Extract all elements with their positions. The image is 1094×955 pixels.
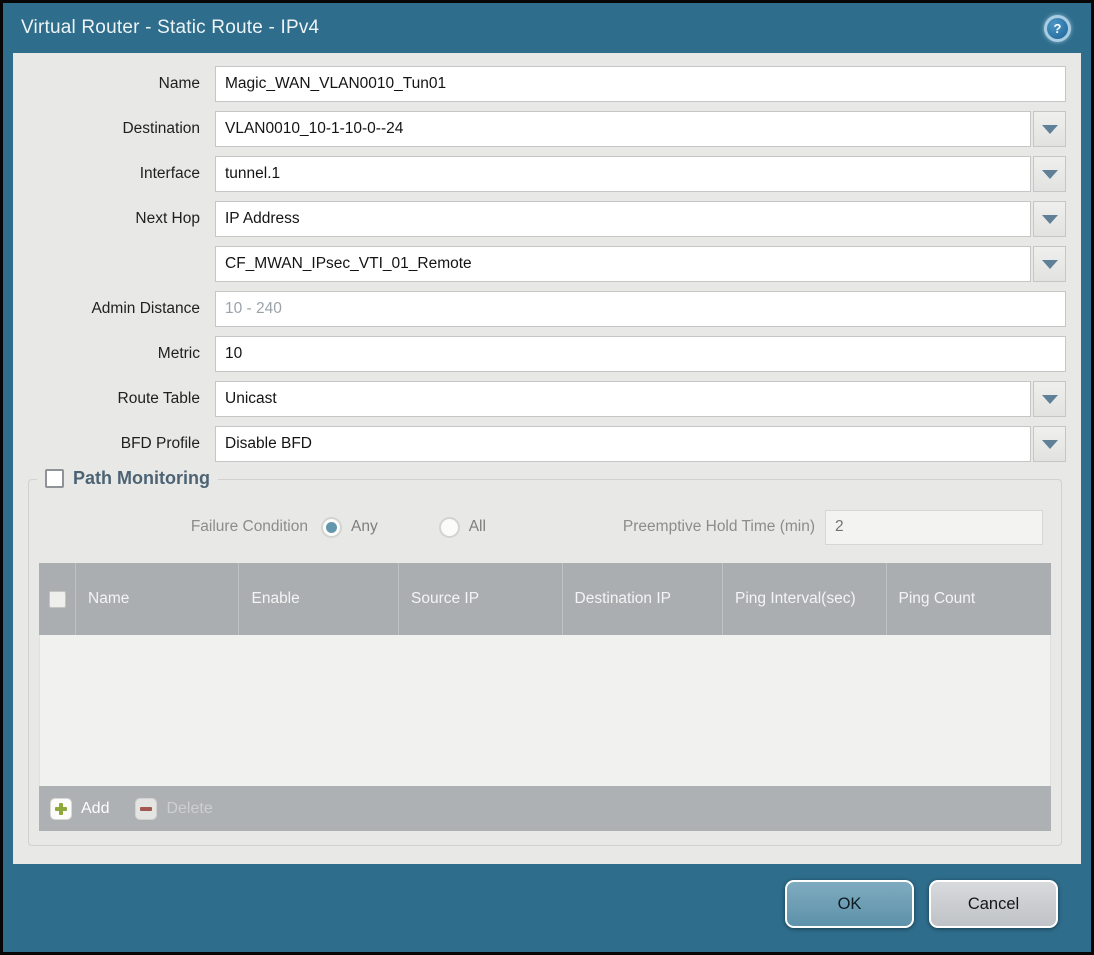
route-table-row: Route Table	[13, 381, 1081, 417]
interface-dropdown-button[interactable]	[1033, 156, 1066, 192]
cancel-button[interactable]: Cancel	[929, 880, 1058, 928]
column-header-enable[interactable]: Enable	[239, 563, 400, 635]
admin-distance-label: Admin Distance	[91, 300, 200, 317]
dialog-content: Name Destination Interface	[13, 53, 1081, 864]
path-monitoring-title: Path Monitoring	[73, 468, 210, 488]
chevron-down-icon	[1041, 124, 1058, 134]
help-button[interactable]: ?	[1044, 14, 1071, 42]
destination-label: Destination	[122, 120, 200, 137]
delete-minus-icon	[135, 797, 158, 820]
static-route-dialog: Virtual Router - Static Route - IPv4 ? N…	[3, 3, 1091, 952]
failure-condition-all-label: All	[468, 518, 486, 535]
preemptive-hold-time-input[interactable]	[825, 509, 1043, 545]
path-monitoring-table-body	[39, 635, 1051, 786]
column-header-source-ip[interactable]: Source IP	[399, 563, 563, 635]
name-label: Name	[158, 75, 200, 92]
failure-condition-any-label: Any	[351, 518, 378, 535]
admin-distance-input[interactable]	[215, 291, 1066, 327]
failure-condition-label: Failure Condition	[190, 518, 308, 535]
next-hop-type-dropdown-button[interactable]	[1033, 201, 1066, 237]
column-header-destination-ip[interactable]: Destination IP	[563, 563, 724, 635]
next-hop-address-dropdown-button[interactable]	[1033, 246, 1066, 282]
name-input[interactable]	[215, 66, 1066, 102]
select-all-checkbox[interactable]	[48, 590, 66, 608]
radio-dot	[444, 522, 455, 533]
ok-button[interactable]: OK	[785, 880, 914, 928]
chevron-down-icon	[1041, 439, 1058, 449]
next-hop-label: Next Hop	[135, 210, 200, 227]
title-bar: Virtual Router - Static Route - IPv4 ?	[3, 3, 1091, 53]
bfd-profile-row: BFD Profile	[13, 426, 1081, 462]
metric-label: Metric	[157, 345, 200, 362]
failure-condition-any-radio[interactable]	[321, 516, 342, 538]
add-button[interactable]: Add	[50, 797, 110, 820]
help-icon: ?	[1047, 17, 1068, 39]
admin-distance-row: Admin Distance	[13, 291, 1081, 327]
path-monitoring-section: Path Monitoring Failure Condition Any Al…	[28, 468, 1062, 846]
column-header-ping-interval[interactable]: Ping Interval(sec)	[723, 563, 887, 635]
select-all-header-cell	[39, 563, 76, 635]
interface-label: Interface	[139, 165, 200, 182]
delete-button[interactable]: Delete	[135, 797, 213, 820]
bfd-profile-dropdown-button[interactable]	[1033, 426, 1066, 462]
table-toolbar: Add Delete	[39, 786, 1051, 831]
path-monitoring-checkbox[interactable]	[45, 469, 64, 488]
destination-row: Destination	[13, 111, 1081, 147]
chevron-down-icon	[1041, 259, 1058, 269]
add-plus-icon	[50, 797, 72, 820]
failure-condition-all-radio[interactable]	[438, 516, 460, 538]
bfd-profile-input[interactable]	[215, 426, 1031, 462]
chevron-down-icon	[1041, 394, 1058, 404]
bfd-profile-label: BFD Profile	[120, 435, 200, 452]
destination-dropdown-button[interactable]	[1033, 111, 1066, 147]
metric-input[interactable]	[215, 336, 1066, 372]
chevron-down-icon	[1041, 214, 1058, 224]
next-hop-type-input[interactable]	[215, 201, 1031, 237]
route-table-input[interactable]	[215, 381, 1031, 417]
next-hop-address-input[interactable]	[215, 246, 1031, 282]
path-monitoring-legend: Path Monitoring	[37, 468, 218, 489]
dialog-title: Virtual Router - Static Route - IPv4	[21, 17, 320, 38]
radio-dot	[326, 521, 337, 533]
preemptive-hold-time-label: Preemptive Hold Time (min)	[622, 518, 815, 535]
interface-input[interactable]	[215, 156, 1031, 192]
table-header-row: Name Enable Source IP Destination IP Pin…	[39, 563, 1051, 635]
next-hop-address-row	[13, 246, 1081, 282]
dialog-footer: OK Cancel	[3, 864, 1091, 952]
chevron-down-icon	[1041, 169, 1058, 179]
route-table-label: Route Table	[117, 390, 200, 407]
metric-row: Metric	[13, 336, 1081, 372]
delete-button-label: Delete	[166, 799, 213, 817]
column-header-name[interactable]: Name	[76, 563, 240, 635]
name-row: Name	[13, 66, 1081, 102]
path-monitoring-table: Name Enable Source IP Destination IP Pin…	[39, 563, 1051, 831]
interface-row: Interface	[13, 156, 1081, 192]
dialog-outer-border: Virtual Router - Static Route - IPv4 ? N…	[0, 0, 1094, 955]
failure-condition-row: Failure Condition Any All Preemptive Hol…	[29, 509, 1061, 545]
add-button-label: Add	[81, 799, 110, 817]
column-header-ping-count[interactable]: Ping Count	[887, 563, 1051, 635]
route-table-dropdown-button[interactable]	[1033, 381, 1066, 417]
destination-input[interactable]	[215, 111, 1031, 147]
next-hop-row: Next Hop	[13, 201, 1081, 237]
